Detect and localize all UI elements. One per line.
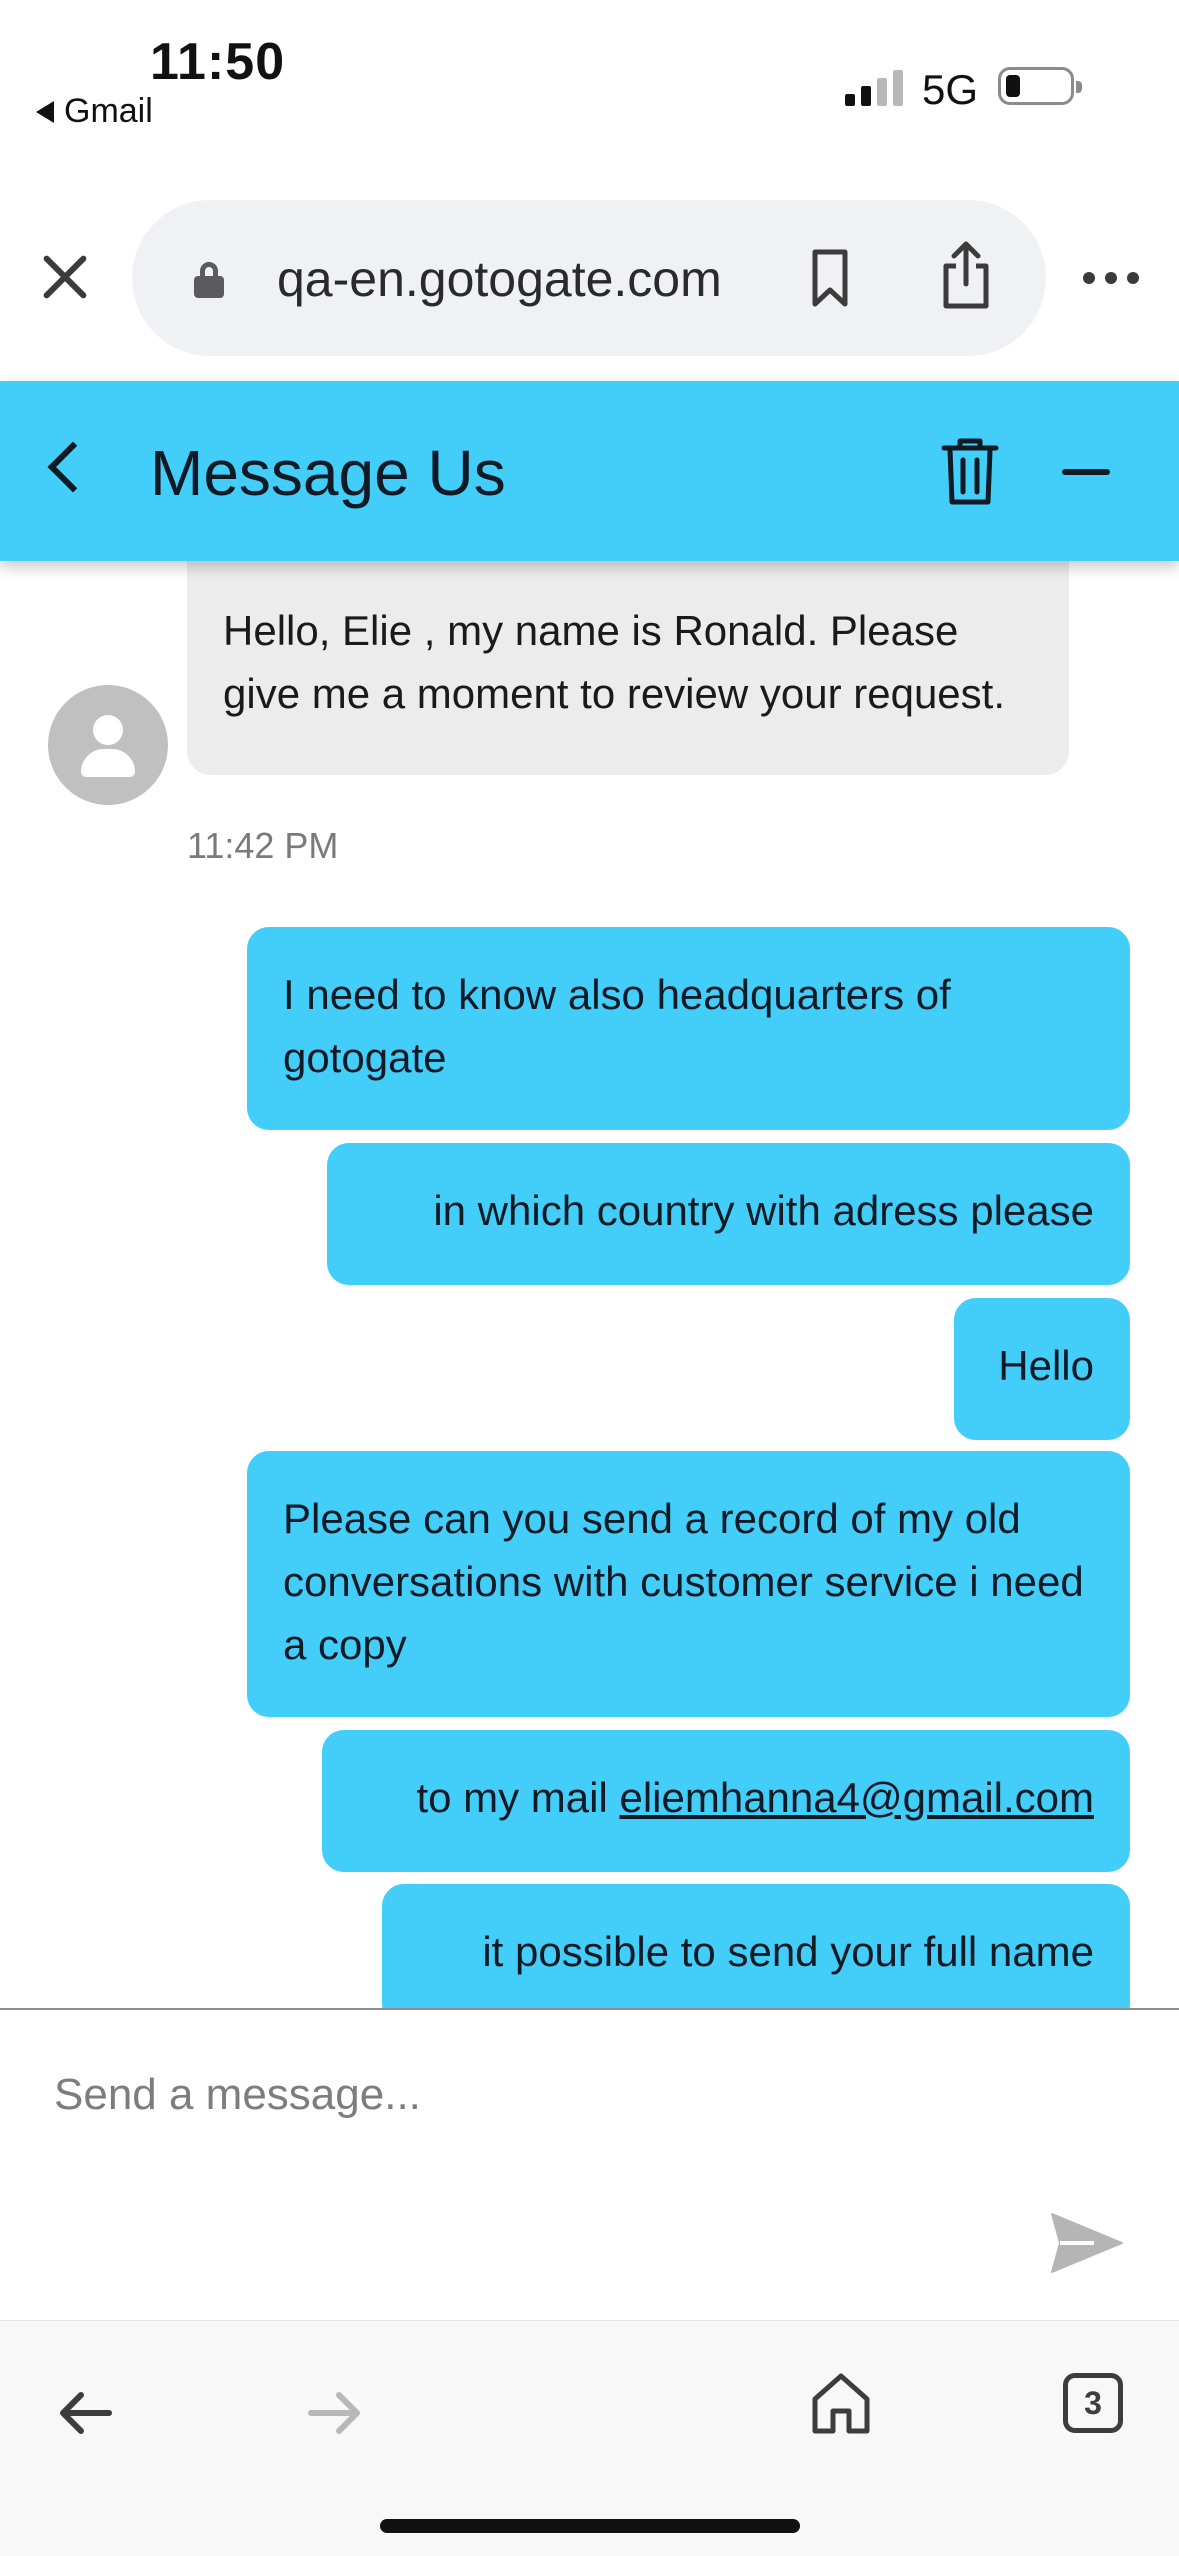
back-app-label: Gmail bbox=[64, 92, 153, 130]
battery-icon bbox=[998, 67, 1082, 105]
status-time: 11:50 bbox=[150, 33, 286, 91]
address-field[interactable]: qa-en.gotogate.com bbox=[132, 200, 1046, 356]
status-bar: 11:50 Gmail 5G bbox=[0, 0, 1179, 150]
url-text: qa-en.gotogate.com bbox=[277, 251, 722, 307]
user-message-email: to my mail eliemhanna4@gmail.com bbox=[322, 1730, 1130, 1872]
agent-message: Hello, Elie , my name is Ronald. Please … bbox=[187, 561, 1069, 775]
user-message: in which country with adress please bbox=[327, 1143, 1130, 1285]
agent-avatar-icon bbox=[48, 685, 168, 805]
chat-header: Message Us bbox=[0, 381, 1179, 561]
lock-icon bbox=[194, 262, 224, 298]
trash-icon[interactable] bbox=[940, 436, 1000, 506]
browser-toolbar: 3 bbox=[0, 2320, 1179, 2556]
message-composer bbox=[0, 2010, 1179, 2320]
more-options-icon[interactable] bbox=[1083, 272, 1139, 284]
share-icon[interactable] bbox=[938, 240, 994, 310]
user-message: it possible to send your full name bbox=[382, 1884, 1130, 2009]
user-message: Hello bbox=[954, 1298, 1130, 1440]
user-message: I need to know also headquarters of goto… bbox=[247, 927, 1130, 1130]
message-list[interactable]: Hello, Elie , my name is Ronald. Please … bbox=[0, 561, 1179, 2009]
email-link[interactable]: eliemhanna4@gmail.com bbox=[619, 1774, 1094, 1821]
send-icon[interactable] bbox=[1050, 2212, 1124, 2274]
home-icon[interactable] bbox=[810, 2371, 872, 2435]
tabs-count-button[interactable]: 3 bbox=[1063, 2373, 1123, 2433]
arrow-left-icon[interactable] bbox=[55, 2383, 115, 2443]
message-input[interactable] bbox=[54, 2060, 954, 2130]
bookmark-icon[interactable] bbox=[810, 248, 850, 308]
minimize-icon[interactable] bbox=[1062, 469, 1110, 475]
back-to-app-link[interactable]: Gmail bbox=[36, 92, 153, 131]
chevron-left-icon[interactable] bbox=[47, 441, 99, 493]
user-message: Please can you send a record of my old c… bbox=[247, 1451, 1130, 1717]
browser-url-bar: qa-en.gotogate.com bbox=[0, 190, 1179, 365]
back-triangle-icon bbox=[36, 100, 54, 123]
mail-prefix: to my mail bbox=[416, 1774, 620, 1821]
home-indicator[interactable] bbox=[380, 2519, 800, 2533]
agent-message-time: 11:42 PM bbox=[187, 825, 339, 866]
chat-title: Message Us bbox=[150, 437, 506, 509]
network-label: 5G bbox=[922, 66, 979, 113]
close-icon[interactable] bbox=[40, 252, 90, 302]
arrow-right-icon[interactable] bbox=[305, 2383, 365, 2443]
signal-icon bbox=[845, 68, 903, 106]
